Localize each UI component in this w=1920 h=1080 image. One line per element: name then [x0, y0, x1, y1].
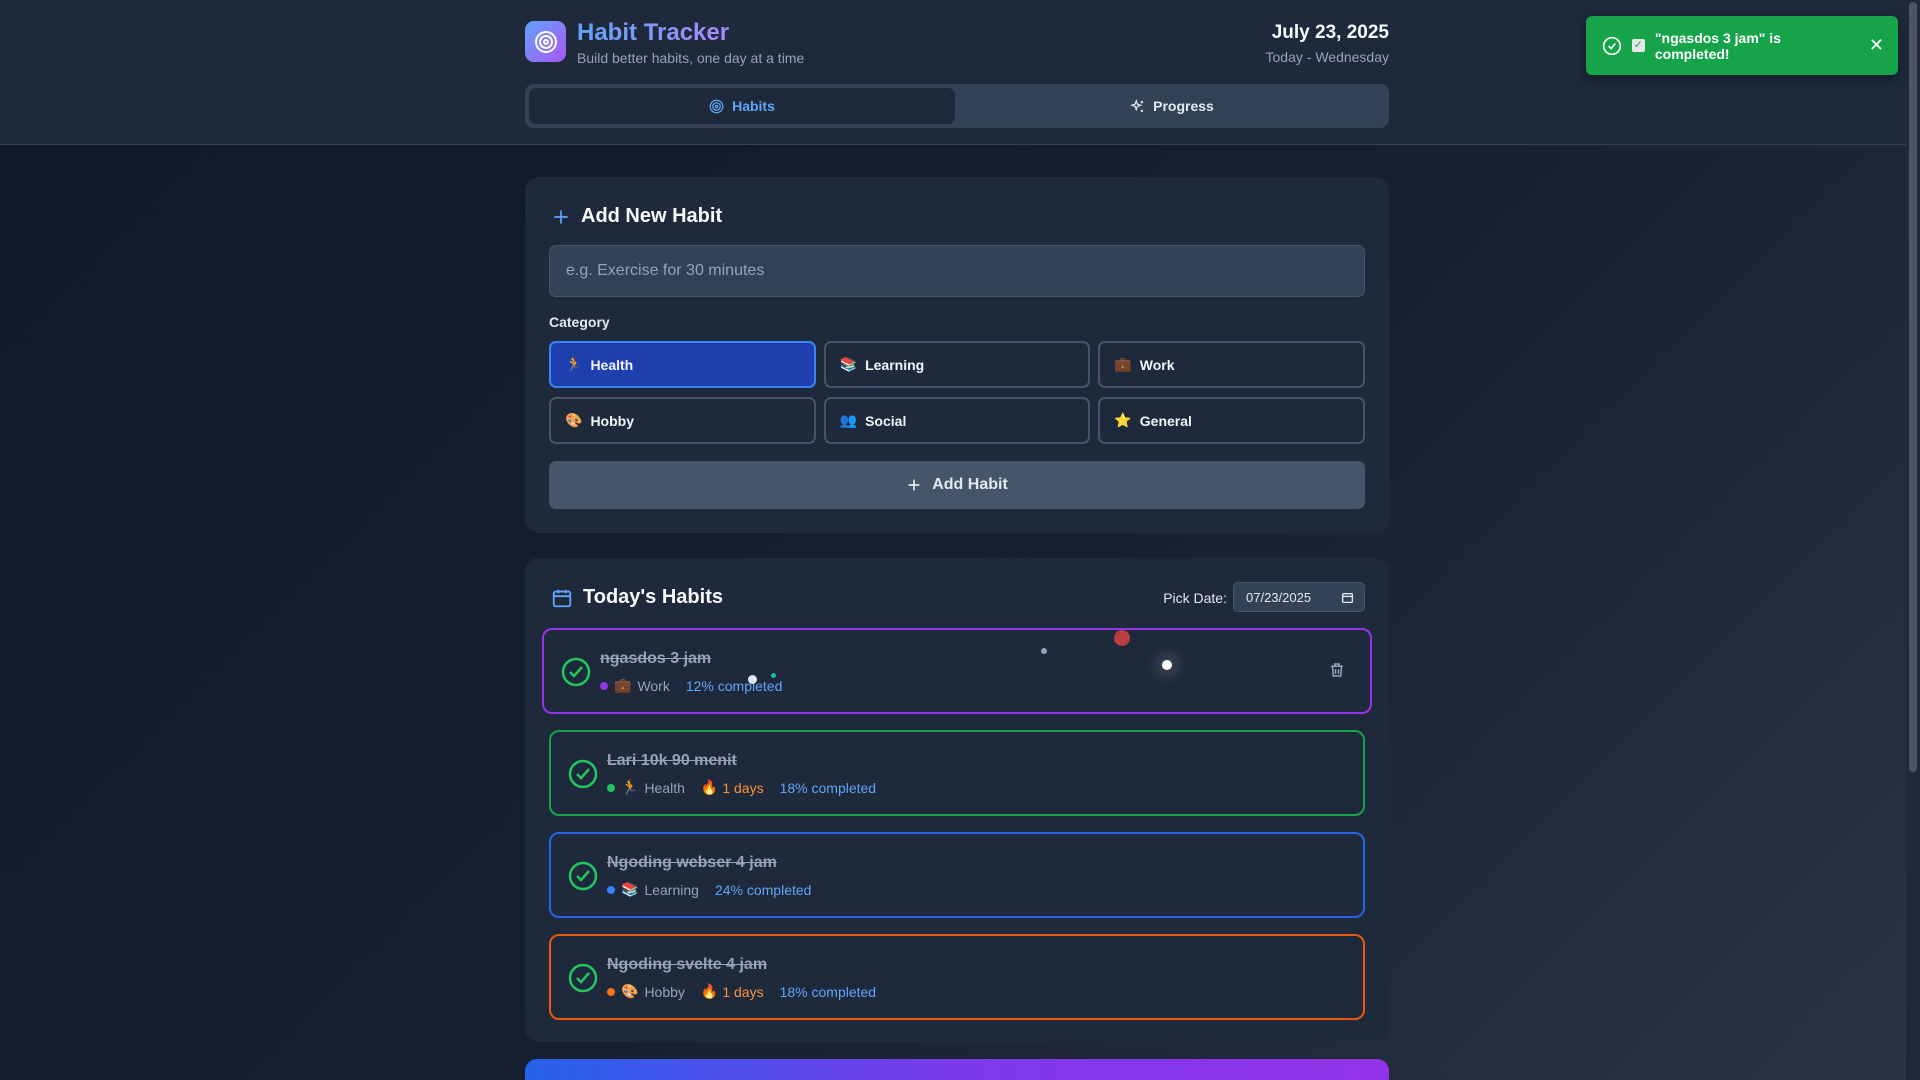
category-dot — [607, 783, 615, 792]
scrollbar-thumb[interactable] — [1909, 2, 1917, 772]
people-icon: 👥 — [839, 412, 858, 428]
habit-progress: 18% completed — [779, 779, 877, 796]
habit-streak: 🔥 1 days — [701, 983, 764, 1000]
category-label: Category — [549, 314, 610, 330]
flame-icon: 🔥 — [700, 983, 719, 999]
confetti-particle — [1162, 660, 1172, 670]
completed-check-icon[interactable] — [567, 962, 599, 994]
habit-item[interactable]: Ngoding svelte 4 jam 🎨 Hobby 🔥 1 days 18%… — [549, 934, 1365, 1020]
checkbox-emoji-icon: ✓ — [1631, 39, 1645, 52]
habit-meta: 🏃 Health 🔥 1 days 18% completed — [607, 779, 876, 796]
toast-close-button[interactable]: ✕ — [1869, 35, 1884, 56]
plus-icon — [908, 479, 920, 491]
sparkles-icon — [1130, 98, 1144, 112]
date-picker-input[interactable]: 07/23/2025 — [1233, 582, 1365, 612]
todays-habits-heading: Today's Habits — [551, 586, 723, 609]
habit-streak-text: 1 days — [722, 983, 764, 1000]
current-date: July 23, 2025 — [1271, 22, 1389, 43]
habit-category: Hobby — [644, 983, 685, 1000]
app-subtitle: Build better habits, one day at a time — [577, 50, 805, 66]
category-label-text: Learning — [865, 356, 925, 373]
category-work-button[interactable]: 💼 Work — [1098, 341, 1365, 388]
tab-progress[interactable]: Progress — [959, 88, 1385, 124]
briefcase-icon: 💼 — [614, 677, 632, 693]
palette-icon: 🎨 — [621, 983, 639, 999]
category-social-button[interactable]: 👥 Social — [823, 397, 1091, 444]
habit-streak: 🔥 1 days — [701, 779, 764, 796]
category-dot — [607, 885, 615, 894]
category-label-text: General — [1139, 412, 1192, 429]
category-grid: 🏃 Health 📚 Learning 💼 Work 🎨 Hobby 👥 Social ⭐… — [549, 341, 1365, 444]
todays-habits-title: Today's Habits — [583, 586, 723, 608]
target-icon — [709, 99, 724, 113]
toast-message: "ngasdos 3 jam" is completed! — [1654, 29, 1781, 62]
star-icon: ⭐ — [1114, 412, 1132, 428]
habit-meta: 🎨 Hobby 🔥 1 days 18% completed — [607, 983, 876, 1000]
category-label-text: Social — [865, 412, 907, 429]
briefcase-icon: 💼 — [1114, 356, 1132, 372]
category-label-text: Health — [590, 356, 634, 373]
habit-item[interactable]: Ngoding webser 4 jam 📚 Learning 24% comp… — [549, 832, 1365, 918]
date-picker-value: 07/23/2025 — [1246, 589, 1312, 605]
habit-name: Ngoding webser 4 jam — [607, 854, 777, 871]
habit-progress: 24% completed — [714, 881, 812, 898]
habit-category: Work — [637, 677, 670, 694]
confetti-particle — [771, 673, 776, 678]
add-habit-title: Add New Habit — [581, 205, 723, 227]
progress-summary-banner — [525, 1059, 1389, 1080]
category-hobby-button[interactable]: 🎨 Hobby — [549, 397, 816, 444]
runner-icon: 🏃 — [621, 779, 639, 795]
current-day: Today - Wednesday — [1265, 49, 1389, 65]
todays-habits-card: Today's Habits Pick Date: 07/23/2025 nga… — [525, 558, 1389, 1042]
palette-icon: 🎨 — [565, 412, 583, 428]
calendar-icon — [552, 589, 572, 607]
add-habit-button-label: Add Habit — [932, 476, 1008, 493]
completed-check-icon[interactable] — [560, 656, 592, 688]
tab-progress-label: Progress — [1153, 98, 1214, 114]
target-logo-icon — [525, 21, 566, 62]
habit-streak-text: 1 days — [722, 779, 764, 796]
category-health-button[interactable]: 🏃 Health — [549, 341, 816, 388]
trash-icon[interactable] — [1328, 660, 1346, 680]
category-dot — [600, 681, 608, 690]
habit-category: Learning — [644, 881, 699, 898]
add-habit-heading: Add New Habit — [551, 205, 722, 228]
add-habit-button[interactable]: Add Habit — [549, 461, 1365, 509]
confetti-particle — [1114, 630, 1130, 646]
add-habit-card: Add New Habit Category 🏃 Health 📚 Learning… — [525, 177, 1389, 533]
habit-name: Lari 10k 90 menit — [607, 752, 737, 769]
tab-bar: Habits Progress — [525, 84, 1389, 128]
tab-habits[interactable]: Habits — [529, 88, 955, 124]
category-label-text: Work — [1139, 356, 1175, 373]
category-learning-button[interactable]: 📚 Learning — [823, 341, 1091, 388]
habit-name: Ngoding svelte 4 jam — [607, 956, 768, 973]
success-toast: ✓ "ngasdos 3 jam" is completed! ✕ — [1586, 16, 1898, 75]
completed-check-icon[interactable] — [567, 758, 599, 790]
books-icon: 📚 — [621, 881, 639, 897]
habit-category: Health — [644, 779, 685, 796]
category-general-button[interactable]: ⭐ General — [1098, 397, 1365, 444]
confetti-particle — [1041, 648, 1047, 654]
habit-progress: 18% completed — [779, 983, 877, 1000]
habit-name: ngasdos 3 jam — [600, 650, 712, 667]
check-circle-icon — [1602, 36, 1622, 55]
habit-item[interactable]: ngasdos 3 jam 💼 Work 12% completed — [542, 628, 1372, 714]
app-title: Habit Tracker — [577, 19, 730, 46]
completed-check-icon[interactable] — [567, 860, 599, 892]
pick-date-label: Pick Date: — [1163, 590, 1227, 606]
category-dot — [607, 987, 615, 996]
flame-icon: 🔥 — [700, 779, 719, 795]
runner-icon: 🏃 — [565, 356, 583, 372]
confetti-particle — [748, 675, 757, 684]
tab-habits-label: Habits — [732, 98, 775, 114]
habit-meta: 📚 Learning 24% completed — [607, 881, 811, 898]
calendar-picker-icon[interactable] — [1341, 591, 1354, 604]
habit-progress: 12% completed — [685, 677, 783, 694]
habit-item[interactable]: Lari 10k 90 menit 🏃 Health 🔥 1 days 18% c… — [549, 730, 1365, 816]
habit-name-input[interactable] — [549, 245, 1365, 297]
category-label-text: Hobby — [590, 412, 634, 429]
books-icon: 📚 — [839, 356, 858, 372]
scrollbar[interactable] — [1906, 0, 1920, 1080]
plus-icon — [554, 209, 568, 224]
